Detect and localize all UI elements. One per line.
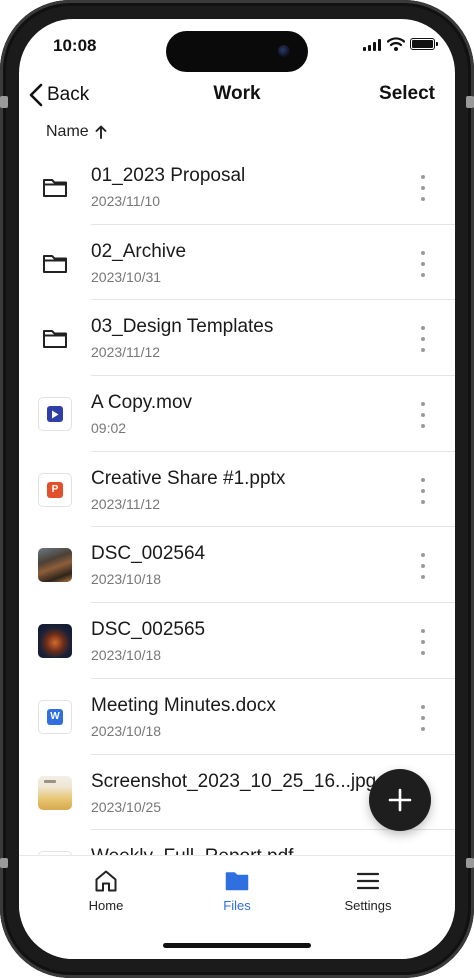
more-options-icon[interactable] [415,629,431,656]
file-name: 02_Archive [91,240,187,262]
phone-frame: 10:08 Back Work Select Name 01_2023 Prop… [0,0,474,978]
more-options-icon[interactable] [415,402,431,429]
file-name: A Copy.mov [91,392,193,414]
cellular-signal-icon [363,39,381,51]
file-name: DSC_002565 [91,619,206,641]
tab-home[interactable]: Home [61,868,151,913]
list-item[interactable]: DSC_002564 2023/10/18 [19,527,455,604]
file-name: 03_Design Templates [91,316,274,338]
file-date: 2023/11/10 [91,193,161,209]
file-date: 2023/11/12 [91,495,161,512]
side-button [466,858,474,868]
list-item[interactable]: 03_Design Templates 2023/11/12 [19,300,455,377]
list-item[interactable]: Weekly_Full_Report.pdf [19,830,455,855]
list-item[interactable]: W Meeting Minutes.docx 2023/10/18 [19,679,455,755]
wifi-icon [387,37,405,51]
file-name: Creative Share #1.pptx [91,467,286,489]
list-item[interactable]: DSC_002565 2023/10/18 [19,603,455,679]
file-name: Screenshot_2023_10_25_16...jpg [91,770,377,792]
dynamic-island [166,31,308,72]
battery-icon [410,38,438,50]
more-options-icon[interactable] [415,553,431,580]
tab-settings[interactable]: Settings [323,868,413,913]
status-time: 10:08 [53,36,97,55]
file-date: 2023/10/31 [91,268,162,285]
file-duration: 09:02 [91,420,127,437]
folder-icon [225,872,249,891]
word-file-icon: W [37,699,73,735]
file-list: 01_2023 Proposal 2023/11/10 02_Archive 2… [19,149,455,855]
status-bar: 10:08 [19,19,455,73]
file-date: 2023/10/18 [91,647,162,664]
plus-icon [388,788,412,812]
folder-icon [37,320,73,356]
tab-files[interactable]: Files [192,868,282,913]
folder-icon [37,245,73,281]
select-button[interactable]: Select [379,83,435,105]
video-file-icon [37,396,73,432]
folder-icon [37,169,73,205]
file-name: Weekly_Full_Report.pdf [91,846,293,855]
side-button [0,858,8,868]
side-button [0,96,8,108]
play-icon [52,410,59,419]
more-options-icon[interactable] [415,175,431,201]
arrow-up-icon [95,125,107,139]
list-item[interactable]: 01_2023 Proposal 2023/11/10 [19,149,455,225]
navigation-bar: Back Work Select [19,75,455,115]
file-badge: P [47,481,63,498]
file-date: 2023/10/25 [91,798,162,815]
file-date: 2023/10/18 [91,722,162,739]
sort-control[interactable]: Name [46,123,107,141]
file-name: Meeting Minutes.docx [91,694,276,716]
list-item[interactable]: 02_Archive 2023/10/31 [19,225,455,301]
file-date: 2023/10/18 [91,571,162,588]
home-icon [95,870,117,892]
file-name: DSC_002564 [91,543,206,565]
screen: 10:08 Back Work Select Name 01_2023 Prop… [19,19,455,959]
list-item[interactable]: A Copy.mov 09:02 [19,376,455,452]
camera-icon [278,45,290,57]
sort-label: Name [46,123,89,140]
file-name: 01_2023 Proposal [91,165,246,186]
image-thumbnail [37,547,73,583]
more-options-icon[interactable] [415,250,431,277]
more-options-icon[interactable] [415,477,431,504]
more-options-icon[interactable] [415,704,431,731]
file-date: 2023/11/12 [91,344,161,361]
add-button[interactable] [369,769,431,831]
image-thumbnail [37,775,73,811]
home-indicator [163,943,311,948]
more-options-icon[interactable] [415,326,431,353]
list-item[interactable]: P Creative Share #1.pptx 2023/11/12 [19,452,455,528]
image-thumbnail [37,623,73,659]
tab-label: Home [88,898,124,913]
tab-label: Files [223,898,251,913]
file-badge: W [47,708,63,725]
tab-label: Settings [344,898,392,913]
menu-icon [356,872,380,890]
powerpoint-file-icon: P [37,472,73,508]
side-button [466,96,474,108]
